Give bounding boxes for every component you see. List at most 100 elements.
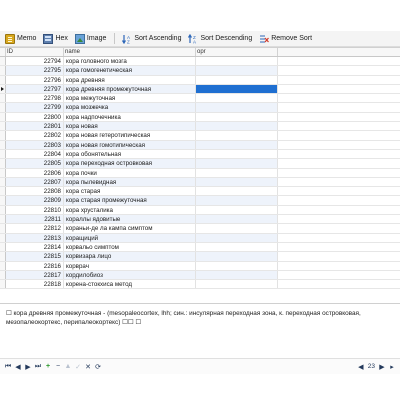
cell-opr[interactable] bbox=[196, 270, 278, 280]
cell-opr[interactable] bbox=[196, 215, 278, 224]
cell-name[interactable]: корвизара лицо bbox=[64, 252, 196, 261]
table-row[interactable]: 22796 кора древняя bbox=[0, 75, 400, 85]
table-row[interactable]: 22818 корена-стокхиса метод bbox=[0, 280, 400, 290]
refresh-icon[interactable]: ⟳ bbox=[93, 361, 103, 373]
cell-id[interactable]: 22816 bbox=[6, 261, 64, 270]
next-record-icon[interactable]: ▶ bbox=[23, 361, 33, 373]
cell-opr[interactable] bbox=[196, 224, 278, 233]
prior-record-icon[interactable]: ◀ bbox=[13, 361, 23, 373]
delete-record-icon[interactable]: − bbox=[53, 361, 63, 373]
cell-opr[interactable] bbox=[196, 261, 278, 270]
prev-page-icon[interactable]: ◀ bbox=[356, 361, 366, 373]
insert-record-icon[interactable]: + bbox=[43, 361, 53, 373]
cell-opr[interactable] bbox=[196, 66, 278, 75]
cell-name[interactable]: корена-стокхиса метод bbox=[64, 280, 196, 289]
post-edit-icon[interactable]: ✓ bbox=[73, 361, 83, 373]
table-row[interactable]: 22814 корвальо симптом bbox=[0, 242, 400, 253]
cell-id[interactable]: 22804 bbox=[6, 149, 64, 159]
cell-id[interactable]: 22818 bbox=[6, 280, 64, 289]
table-row[interactable]: 22795 кора гомогенетическая bbox=[0, 66, 400, 76]
cell-opr[interactable] bbox=[196, 205, 278, 215]
cell-id[interactable]: 22805 bbox=[6, 159, 64, 168]
cell-opr[interactable] bbox=[196, 112, 278, 122]
page-menu-icon[interactable]: ▸ bbox=[387, 361, 397, 373]
cell-opr[interactable] bbox=[196, 168, 278, 177]
sort-descending-button[interactable]: ZA Sort Descending bbox=[185, 32, 255, 46]
cell-opr[interactable] bbox=[196, 233, 278, 242]
table-row[interactable]: 22810 кора хрусталика bbox=[0, 205, 400, 216]
sort-ascending-button[interactable]: AZ Sort Ascending bbox=[119, 32, 184, 46]
table-row[interactable]: 22805 кора переходная островковая bbox=[0, 159, 400, 169]
image-button[interactable]: Image bbox=[72, 32, 109, 46]
cell-id[interactable]: 22798 bbox=[6, 94, 64, 103]
cell-opr[interactable] bbox=[196, 140, 278, 149]
cell-opr[interactable] bbox=[196, 242, 278, 252]
cell-name[interactable]: коращиций bbox=[64, 233, 196, 242]
cell-name[interactable]: корврач bbox=[64, 261, 196, 270]
table-row[interactable]: 22802 кора новая гетеротипическая bbox=[0, 131, 400, 141]
cell-name[interactable]: кора почки bbox=[64, 168, 196, 177]
cell-name[interactable]: кора новая гомотипическая bbox=[64, 140, 196, 149]
cell-name[interactable]: кора старая bbox=[64, 187, 196, 196]
table-row[interactable]: 22804 кора обонятельная bbox=[0, 149, 400, 160]
cell-id[interactable]: 22806 bbox=[6, 168, 64, 177]
cell-opr[interactable] bbox=[196, 196, 278, 205]
cell-name[interactable]: кора пылевидная bbox=[64, 177, 196, 187]
cell-opr[interactable] bbox=[196, 75, 278, 84]
cell-id[interactable]: 22807 bbox=[6, 177, 64, 187]
table-row[interactable]: 22797 кора древняя промежуточная bbox=[0, 84, 400, 95]
cell-name[interactable]: корвальо симптом bbox=[64, 242, 196, 252]
table-row[interactable]: 22816 корврач bbox=[0, 261, 400, 271]
table-row[interactable]: 22817 кордилобиоз bbox=[0, 270, 400, 281]
cell-opr[interactable] bbox=[196, 122, 278, 131]
cell-name[interactable]: кора головного мозга bbox=[64, 57, 196, 66]
cell-id[interactable]: 22803 bbox=[6, 140, 64, 149]
cell-id[interactable]: 22817 bbox=[6, 270, 64, 280]
cell-id[interactable]: 22794 bbox=[6, 57, 64, 66]
cell-id[interactable]: 22810 bbox=[6, 205, 64, 215]
cell-id[interactable]: 22797 bbox=[6, 84, 64, 94]
cell-id[interactable]: 22796 bbox=[6, 75, 64, 84]
remove-sort-button[interactable]: Remove Sort bbox=[256, 32, 315, 46]
cell-opr[interactable] bbox=[196, 84, 278, 94]
cell-name[interactable]: кора надпочечника bbox=[64, 112, 196, 122]
table-row[interactable]: 22809 кора старая промежуточная bbox=[0, 196, 400, 206]
table-row[interactable]: 22800 кора надпочечника bbox=[0, 112, 400, 123]
cell-name[interactable]: кордилобиоз bbox=[64, 270, 196, 280]
cell-name[interactable]: кора обонятельная bbox=[64, 149, 196, 159]
column-header-name[interactable]: name bbox=[64, 48, 196, 56]
cell-opr[interactable] bbox=[196, 177, 278, 187]
table-row[interactable]: 22799 кора мозжечка bbox=[0, 103, 400, 113]
cell-name[interactable]: кора старая промежуточная bbox=[64, 196, 196, 205]
first-record-icon[interactable]: ⏮ bbox=[3, 361, 13, 373]
cell-name[interactable]: кора новая гетеротипическая bbox=[64, 131, 196, 140]
cell-name[interactable]: кораньи-де ла кампа симптом bbox=[64, 224, 196, 233]
column-header-id[interactable]: ID bbox=[6, 48, 64, 56]
cell-name[interactable]: кора древняя bbox=[64, 75, 196, 84]
table-row[interactable]: 22808 кора старая bbox=[0, 187, 400, 197]
cell-name[interactable]: кора переходная островковая bbox=[64, 159, 196, 168]
memo-button[interactable]: Memo bbox=[2, 32, 39, 46]
memo-panel[interactable]: ☐ кора древняя промежуточная - (mesopale… bbox=[0, 303, 400, 358]
cell-opr[interactable] bbox=[196, 94, 278, 103]
cell-opr[interactable] bbox=[196, 57, 278, 66]
cell-opr[interactable] bbox=[196, 187, 278, 196]
cell-id[interactable]: 22811 bbox=[6, 215, 64, 224]
cell-name[interactable]: кора гомогенетическая bbox=[64, 66, 196, 75]
next-page-icon[interactable]: ▶ bbox=[377, 361, 387, 373]
hex-button[interactable]: Hex bbox=[40, 32, 70, 46]
cell-id[interactable]: 22801 bbox=[6, 122, 64, 131]
cell-name[interactable]: кора межуточная bbox=[64, 94, 196, 103]
cell-name[interactable]: кораллы ядовитые bbox=[64, 215, 196, 224]
table-row[interactable]: 22794 кора головного мозга bbox=[0, 57, 400, 67]
edit-record-icon[interactable]: ▲ bbox=[63, 361, 73, 373]
cell-opr[interactable] bbox=[196, 149, 278, 159]
cell-opr[interactable] bbox=[196, 252, 278, 261]
column-header-opr[interactable]: opr bbox=[196, 48, 278, 56]
cell-name[interactable]: кора мозжечка bbox=[64, 103, 196, 112]
table-row[interactable]: 22807 кора пылевидная bbox=[0, 177, 400, 188]
cell-id[interactable]: 22812 bbox=[6, 224, 64, 233]
cell-id[interactable]: 22802 bbox=[6, 131, 64, 140]
cell-opr[interactable] bbox=[196, 280, 278, 289]
cell-name[interactable]: кора хрусталика bbox=[64, 205, 196, 215]
